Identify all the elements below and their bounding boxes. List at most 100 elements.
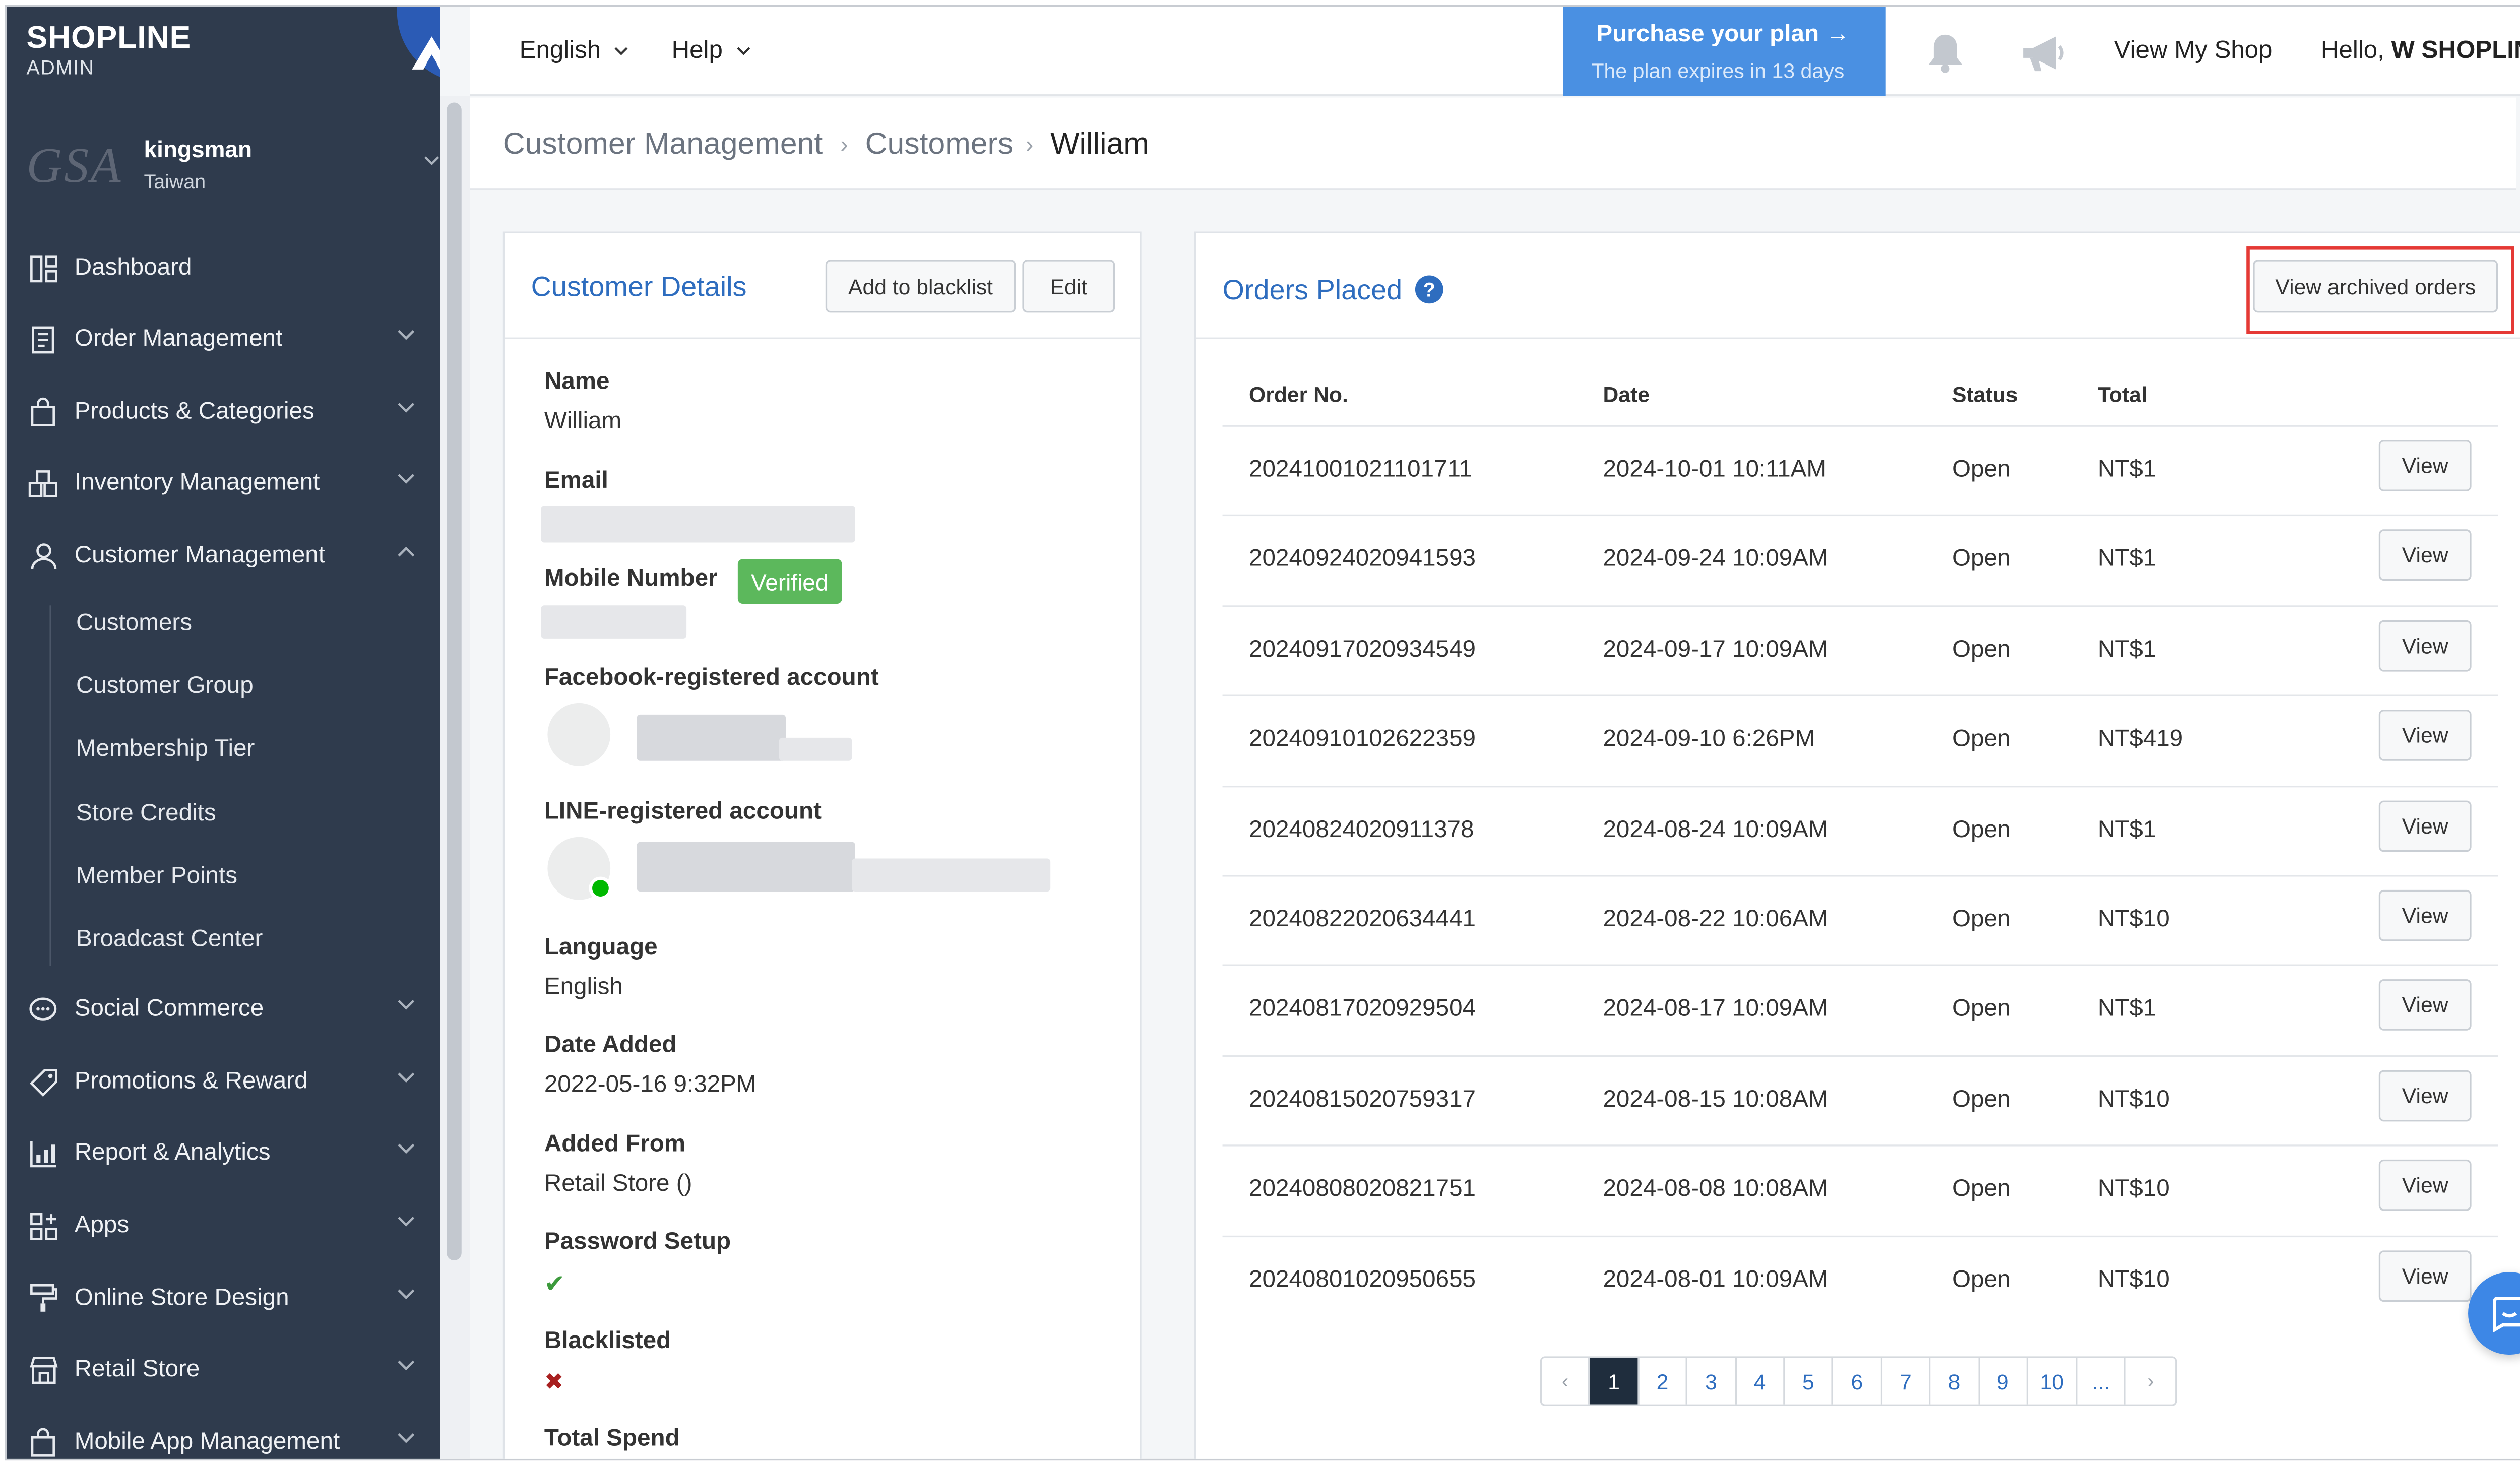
view-order-button[interactable]: View [2378, 800, 2472, 851]
sidebar-item-apps[interactable]: Apps [7, 1192, 440, 1258]
view-order-button[interactable]: View [2378, 530, 2472, 582]
pagination-page-2[interactable]: 2 [1639, 1358, 1688, 1405]
language-label: English [519, 36, 601, 65]
pagination: ‹ 1 2 3 4 5 6 7 8 9 10 ... › [1540, 1356, 2177, 1406]
pagination-page-7[interactable]: 7 [1882, 1358, 1931, 1405]
view-order-button[interactable]: View [2378, 620, 2472, 671]
order-number-cell: 20240822020634441 [1249, 906, 1476, 933]
pagination-page-8[interactable]: 8 [1930, 1358, 1980, 1405]
view-order-button[interactable]: View [2378, 1069, 2472, 1121]
bell-icon[interactable] [1925, 31, 1965, 74]
order-total-cell: NT$10 [2097, 906, 2170, 933]
sidebar-item-products[interactable]: Products & Categories [7, 379, 440, 445]
store-switcher[interactable]: GSA kingsman Taiwan [7, 122, 440, 222]
order-number-cell: 20241001021101711 [1249, 456, 1473, 483]
check-icon: ✔ [544, 1270, 565, 1299]
order-status-cell: Open [1951, 1086, 2011, 1113]
sidebar-item-label: Mobile App Management [74, 1429, 340, 1456]
sidebar-subitem-customer-group[interactable]: Customer Group [76, 673, 254, 700]
pagination-page-6[interactable]: 6 [1833, 1358, 1882, 1405]
top-header: English Help Purchase your plan → The pl… [470, 7, 2520, 96]
sidebar-item-report-analytics[interactable]: Report & Analytics [7, 1120, 440, 1186]
facebook-avatar [547, 703, 611, 766]
pagination-page-4[interactable]: 4 [1736, 1358, 1785, 1405]
sidebar-item-retail-store[interactable]: Retail Store [7, 1336, 440, 1403]
chevron-down-icon [398, 1217, 415, 1227]
megaphone-icon[interactable] [2020, 35, 2066, 75]
view-order-button[interactable]: View [2378, 1250, 2472, 1301]
order-status-cell: Open [1951, 996, 2011, 1023]
view-order-button[interactable]: View [2378, 1160, 2472, 1212]
view-order-button[interactable]: View [2378, 440, 2472, 491]
date-added-value: 2022-05-16 9:32PM [544, 1071, 757, 1099]
help-circle-icon[interactable]: ? [1415, 275, 1445, 304]
language-dropdown[interactable]: English [520, 36, 629, 65]
sidebar-item-mobile-app[interactable]: Mobile App Management [7, 1409, 440, 1458]
order-total-cell: NT$1 [2097, 996, 2157, 1023]
purchase-plan-button[interactable]: Purchase your plan → The plan expires in… [1563, 7, 1886, 96]
date-added-label: Date Added [544, 1032, 677, 1059]
sidebar-subitem-membership-tier[interactable]: Membership Tier [76, 736, 255, 763]
view-order-button[interactable]: View [2378, 980, 2472, 1032]
svg-text:?: ? [1424, 279, 1436, 301]
order-status-cell: Open [1951, 816, 2011, 843]
help-dropdown[interactable]: Help [672, 36, 751, 65]
language-field-value: English [544, 974, 623, 1001]
orders-title: Orders Placed ? [1223, 275, 1445, 308]
orders-header: Orders Placed ? View archived orders [1196, 233, 2520, 339]
account-menu[interactable]: Hello, W SHOPLINE [2321, 36, 2520, 65]
name-label: Name [544, 368, 610, 396]
brand-logo[interactable]: SHOPLINE [27, 22, 192, 58]
order-number-cell: 20240808020821751 [1249, 1176, 1476, 1203]
pagination-prev[interactable]: ‹ [1542, 1358, 1591, 1405]
sidebar-item-inventory[interactable]: Inventory Management [7, 450, 440, 516]
pagination-ellipsis[interactable]: ... [2077, 1358, 2126, 1405]
view-archived-orders-button[interactable]: View archived orders [2253, 260, 2498, 313]
edit-button[interactable]: Edit [1022, 260, 1115, 313]
add-to-blacklist-button[interactable]: Add to blacklist [825, 260, 1016, 313]
breadcrumb-bar: Customer Management › Customers › Willia… [470, 97, 2520, 190]
view-my-shop-link[interactable]: View My Shop [2114, 36, 2273, 65]
line-app-icon [589, 876, 612, 900]
name-value: William [544, 408, 622, 435]
user-icon [28, 541, 58, 570]
sidebar-scroll-thumb[interactable] [447, 102, 462, 1261]
logo-area: SHOPLINE ADMIN [7, 7, 440, 96]
sidebar-subitem-customers[interactable]: Customers [76, 610, 192, 637]
order-date-cell: 2024-09-24 10:09AM [1603, 546, 1829, 573]
pagination-page-5[interactable]: 5 [1785, 1358, 1834, 1405]
chevron-down-icon [398, 1433, 415, 1443]
language-field-label: Language [544, 934, 658, 961]
sidebar-item-social-commerce[interactable]: Social Commerce [7, 976, 440, 1042]
table-row: 20240815020759317 2024-08-15 10:08AM Open N… [1222, 1055, 2498, 1144]
sidebar-subitem-broadcast-center[interactable]: Broadcast Center [76, 926, 263, 953]
pagination-next[interactable]: › [2126, 1358, 2175, 1405]
order-date-cell: 2024-08-01 10:09AM [1603, 1266, 1829, 1293]
sidebar-item-order-management[interactable]: Order Management [7, 306, 440, 372]
sidebar-item-customer-management[interactable]: Customer Management [7, 523, 440, 589]
view-order-button[interactable]: View [2378, 889, 2472, 941]
shopline-mark-icon[interactable] [410, 33, 440, 73]
sidebar-item-dashboard[interactable]: Dashboard [7, 235, 440, 301]
view-order-button[interactable]: View [2378, 710, 2472, 761]
sidebar-subitem-member-points[interactable]: Member Points [76, 863, 237, 890]
blacklisted-label: Blacklisted [544, 1328, 671, 1355]
sidebar-item-online-store-design[interactable]: Online Store Design [7, 1265, 440, 1331]
chevron-down-icon [398, 1360, 415, 1371]
plan-expiry-text: The plan expires in 13 days [1591, 59, 1845, 83]
pagination-page-10[interactable]: 10 [2028, 1358, 2078, 1405]
breadcrumb-customer-management[interactable]: Customer Management [503, 125, 823, 162]
orders-title-text: Orders Placed [1222, 274, 1403, 306]
chevron-right-icon: › [1025, 131, 1034, 157]
order-status-cell: Open [1951, 1266, 2011, 1293]
breadcrumb-customers[interactable]: Customers [865, 125, 1014, 162]
sidebar-subitem-store-credits[interactable]: Store Credits [76, 801, 216, 828]
added-from-label: Added From [544, 1131, 686, 1158]
pagination-page-1[interactable]: 1 [1590, 1358, 1639, 1405]
pagination-page-3[interactable]: 3 [1687, 1358, 1736, 1405]
pagination-page-9[interactable]: 9 [1979, 1358, 2028, 1405]
facebook-account-label: Facebook-registered account [544, 665, 879, 691]
chevron-down-icon [615, 47, 628, 55]
sidebar-scrollbar[interactable] [440, 96, 470, 1459]
sidebar-item-promotions[interactable]: Promotions & Reward [7, 1049, 440, 1115]
